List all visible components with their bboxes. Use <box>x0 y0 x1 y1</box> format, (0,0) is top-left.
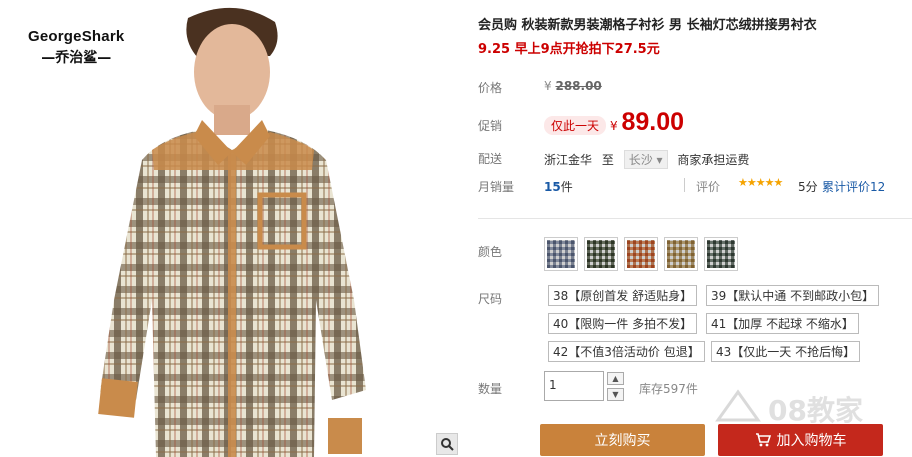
color-swatch-grey-blue-plaid[interactable] <box>544 237 578 271</box>
swatch-preview <box>627 240 655 268</box>
original-price-currency: ¥ <box>544 79 552 93</box>
size-option-41[interactable]: 41【加厚 不起球 不缩水】 <box>706 313 859 334</box>
color-swatch-dark-green-plaid[interactable] <box>584 237 618 271</box>
size-label: 尺码 <box>478 292 503 306</box>
product-subtitle: 9.25 早上9点开抢拍下27.5元 <box>478 42 660 57</box>
shipping-from: 浙江金华 <box>544 153 593 167</box>
shipping-info: 浙江金华 至 长沙 ▾ 商家承担运费 <box>544 150 749 169</box>
sales-count-unit: 件 <box>560 180 573 194</box>
zoom-button[interactable] <box>436 433 458 455</box>
cart-icon <box>755 433 771 447</box>
original-price-value: 288.00 <box>555 79 602 93</box>
promo-price-value: 89.00 <box>621 108 685 136</box>
destination-select[interactable]: 长沙 ▾ <box>623 150 668 169</box>
color-label: 颜色 <box>478 245 503 259</box>
color-swatch-orange-plaid[interactable] <box>624 237 658 271</box>
rating-score: 5分 <box>798 180 818 194</box>
rating-stars: ★★★★★ <box>738 176 783 189</box>
buy-now-button[interactable]: 立刻购买 <box>540 424 705 456</box>
swatch-preview <box>667 240 695 268</box>
product-image[interactable]: GeorgeShark —乔治鲨— <box>0 0 462 457</box>
promo-price: ¥ 89.00 <box>610 108 684 137</box>
add-to-cart-button[interactable]: 加入购物车 <box>718 424 883 456</box>
size-option-40[interactable]: 40【限购一件 多拍不发】 <box>548 313 698 334</box>
divider <box>684 178 685 192</box>
watermark-text: 08教家 <box>768 394 863 427</box>
chevron-down-icon: ▾ <box>656 153 663 167</box>
destination-value: 长沙 <box>628 153 653 167</box>
swatch-preview <box>587 240 615 268</box>
quantity-label: 数量 <box>478 382 503 396</box>
swatch-preview <box>547 240 575 268</box>
size-option-42[interactable]: 42【不值3倍活动价 包退】 <box>548 341 705 362</box>
size-option-39[interactable]: 39【默认中通 不到邮政小包】 <box>706 285 880 306</box>
promo-label: 促销 <box>478 119 503 133</box>
chevron-up-icon: ▲ <box>612 374 619 383</box>
magnifier-icon <box>441 438 454 451</box>
model-illustration <box>98 7 366 457</box>
quantity-decrease-button[interactable]: ▼ <box>607 388 624 401</box>
promo-price-currency: ¥ <box>610 119 618 133</box>
product-info-panel: 会员购 秋装新款男装潮格子衬衫 男 长袖灯芯绒拼接男衬衣 9.25 早上9点开抢… <box>472 0 912 457</box>
color-swatch-khaki-plaid[interactable] <box>664 237 698 271</box>
quantity-input[interactable]: 1 <box>544 371 604 401</box>
price-label: 价格 <box>478 81 503 95</box>
shipping-note: 商家承担运费 <box>677 153 750 167</box>
review-count-link[interactable]: 累计评价12 <box>822 178 885 195</box>
review-label: 评价 <box>696 180 721 194</box>
add-to-cart-label: 加入购物车 <box>776 433 847 449</box>
size-option-43[interactable]: 43【仅此一天 不抢后悔】 <box>711 341 861 362</box>
shipping-label: 配送 <box>478 152 503 166</box>
swatch-preview <box>707 240 735 268</box>
product-title: 会员购 秋装新款男装潮格子衬衫 男 长袖灯芯绒拼接男衬衣 <box>478 18 817 33</box>
size-option-38[interactable]: 38【原创首发 舒适贴身】 <box>548 285 698 306</box>
quantity-increase-button[interactable]: ▲ <box>607 372 624 385</box>
sales-count: 15件 <box>544 178 573 195</box>
shipping-to-word: 至 <box>601 153 614 167</box>
color-swatch-grey-green-plaid[interactable] <box>704 237 738 271</box>
promo-tag: 仅此一天 <box>544 116 607 135</box>
original-price: ¥ 288.00 <box>544 79 602 93</box>
sales-count-value: 15 <box>544 180 561 194</box>
chevron-down-icon: ▼ <box>612 390 619 399</box>
sales-label: 月销量 <box>478 180 515 194</box>
house-icon <box>715 389 761 422</box>
divider <box>478 218 912 219</box>
stock-count: 库存597件 <box>639 382 698 396</box>
